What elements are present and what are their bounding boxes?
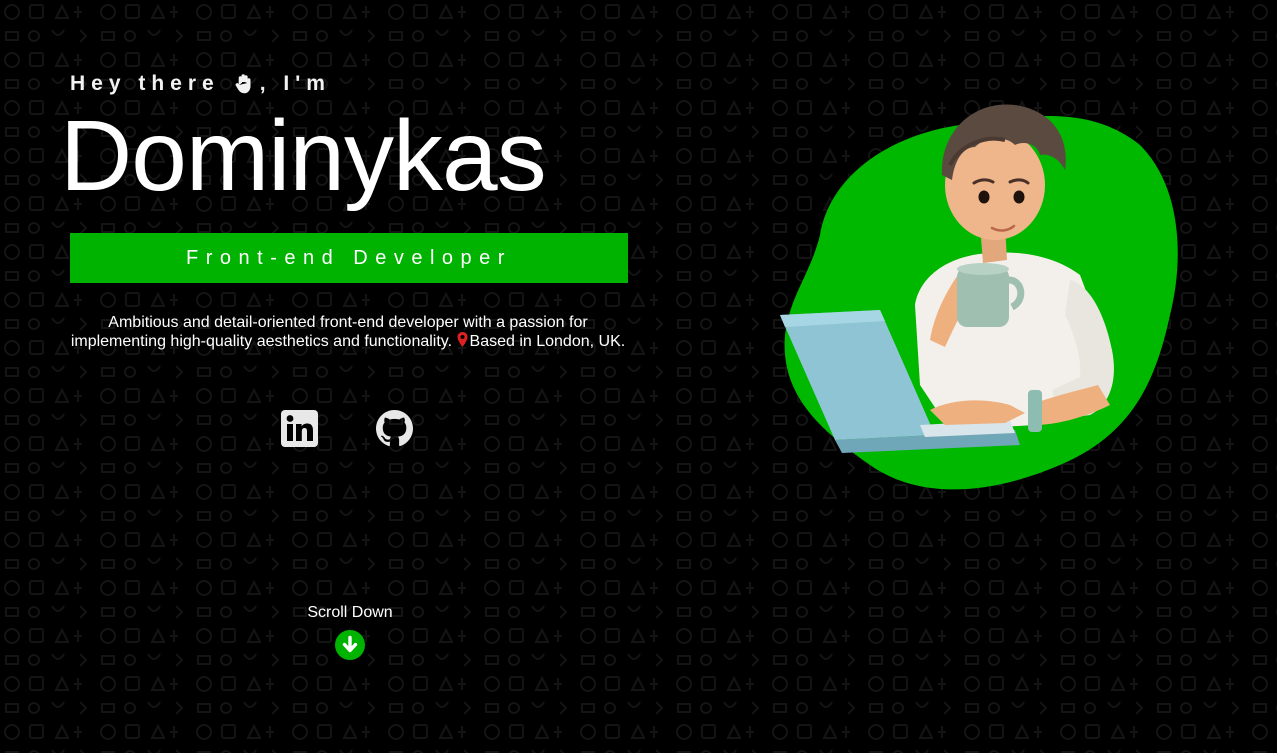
greeting: Hey there , I'm: [70, 72, 331, 96]
linkedin-link[interactable]: [281, 410, 318, 447]
greeting-suffix: , I'm: [259, 72, 331, 95]
linkedin-icon: [281, 410, 318, 447]
hero-name: Dominykas: [60, 100, 547, 212]
location-pin-icon: [457, 332, 468, 347]
greeting-prefix: Hey there: [70, 72, 220, 95]
scroll-down-button[interactable]: Scroll Down: [290, 604, 410, 665]
role-title: Front-end Developer: [186, 246, 512, 269]
social-links: [281, 410, 413, 447]
github-icon: [376, 410, 413, 447]
hero-section: Hey there , I'm Dominykas Front-end Deve…: [0, 0, 700, 753]
github-link[interactable]: [376, 410, 413, 447]
developer-illustration: [780, 104, 1178, 490]
role-banner: Front-end Developer: [70, 233, 628, 283]
bio-paragraph: Ambitious and detail-oriented front-end …: [68, 313, 628, 351]
scroll-down-label: Scroll Down: [307, 604, 393, 621]
arrow-down-circle-icon: [335, 630, 365, 660]
location-text: Based in London, UK.: [469, 333, 626, 350]
waving-hand-icon: [235, 74, 251, 94]
